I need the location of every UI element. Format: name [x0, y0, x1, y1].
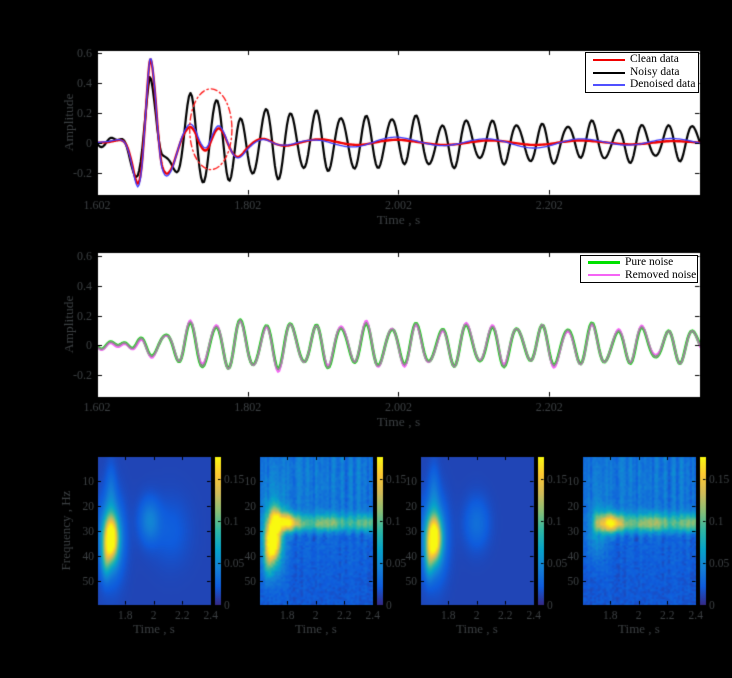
noisy-data-line-swatch [593, 72, 625, 74]
legend-label: Clean data [630, 54, 679, 66]
legend-noise: Pure noise Removed noise [580, 255, 698, 283]
legend-item-clean-data: Clean data [586, 54, 698, 66]
legend-denoising: Clean data Noisy data Denoised data [585, 52, 699, 93]
legend-item-pure-noise: Pure noise [581, 257, 697, 269]
figure: Clean data Noisy data Denoised data Pure… [0, 0, 732, 678]
legend-label: Noisy data [630, 67, 680, 79]
figure-canvas [0, 0, 732, 678]
legend-label: Pure noise [625, 257, 673, 269]
denoised-data-line-swatch [593, 84, 625, 86]
clean-data-line-swatch [593, 59, 625, 61]
legend-item-noisy-data: Noisy data [586, 67, 698, 79]
legend-item-removed-noise: Removed noise [581, 270, 697, 282]
removed-noise-line-swatch [588, 274, 620, 276]
pure-noise-line-swatch [588, 261, 620, 264]
legend-item-denoised-data: Denoised data [586, 79, 698, 91]
legend-label: Denoised data [630, 79, 695, 91]
legend-label: Removed noise [625, 270, 696, 282]
